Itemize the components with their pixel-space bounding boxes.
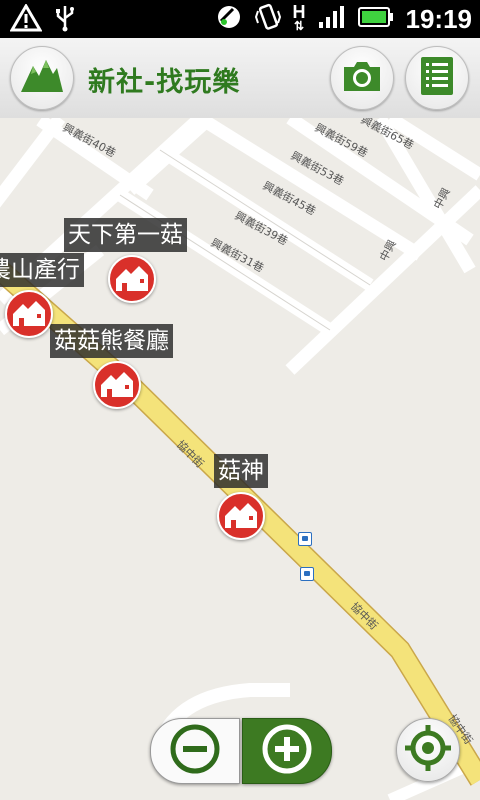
poi-marker[interactable] bbox=[93, 361, 141, 409]
poi-label[interactable]: 菇神 bbox=[214, 454, 268, 488]
street-label: 中興 bbox=[431, 186, 453, 212]
list-icon bbox=[419, 55, 455, 101]
battery-icon bbox=[357, 6, 394, 32]
gps-icon bbox=[215, 3, 243, 35]
list-button[interactable] bbox=[405, 46, 469, 110]
bus-stop-icon[interactable] bbox=[298, 532, 312, 546]
house-icon bbox=[101, 372, 133, 397]
app-title: 新社-找玩樂 bbox=[88, 67, 241, 98]
poi-label[interactable]: 天下第一菇 bbox=[64, 218, 187, 252]
zoom-controls bbox=[150, 718, 332, 784]
mountain-logo-icon bbox=[19, 56, 65, 100]
vibrate-icon bbox=[254, 3, 281, 35]
house-icon bbox=[13, 301, 45, 326]
app-header: 新社-找玩樂 bbox=[0, 38, 480, 119]
camera-icon bbox=[340, 59, 384, 97]
signal-icon bbox=[318, 5, 346, 33]
zoom-in-button[interactable] bbox=[242, 718, 332, 784]
zoom-out-icon bbox=[169, 723, 221, 779]
home-button[interactable] bbox=[10, 46, 74, 110]
poi-label[interactable]: 菇菇熊餐廳 bbox=[50, 324, 173, 358]
status-time: 19:19 bbox=[405, 3, 473, 34]
network-type-indicator: H ⇅ bbox=[292, 2, 306, 33]
poi-marker[interactable] bbox=[5, 290, 53, 338]
zoom-in-icon bbox=[261, 723, 313, 779]
house-icon bbox=[116, 266, 148, 291]
map-view[interactable]: 興義街40巷 興義街59巷 興義街53巷 興義街45巷 興義街39巷 興義街31… bbox=[0, 118, 480, 800]
poi-label[interactable]: 農山產行 bbox=[0, 253, 84, 287]
warning-icon bbox=[9, 3, 43, 36]
bus-stop-icon[interactable] bbox=[300, 567, 314, 581]
zoom-out-button[interactable] bbox=[150, 718, 240, 784]
poi-marker[interactable] bbox=[217, 492, 265, 540]
usb-icon bbox=[54, 4, 76, 36]
status-bar: H ⇅ 19:19 bbox=[0, 0, 480, 38]
my-location-button[interactable] bbox=[396, 718, 460, 782]
house-icon bbox=[225, 503, 257, 528]
data-arrows-icon: ⇅ bbox=[293, 19, 305, 33]
my-location-icon bbox=[403, 723, 453, 777]
camera-button[interactable] bbox=[330, 46, 394, 110]
poi-marker[interactable] bbox=[108, 255, 156, 303]
